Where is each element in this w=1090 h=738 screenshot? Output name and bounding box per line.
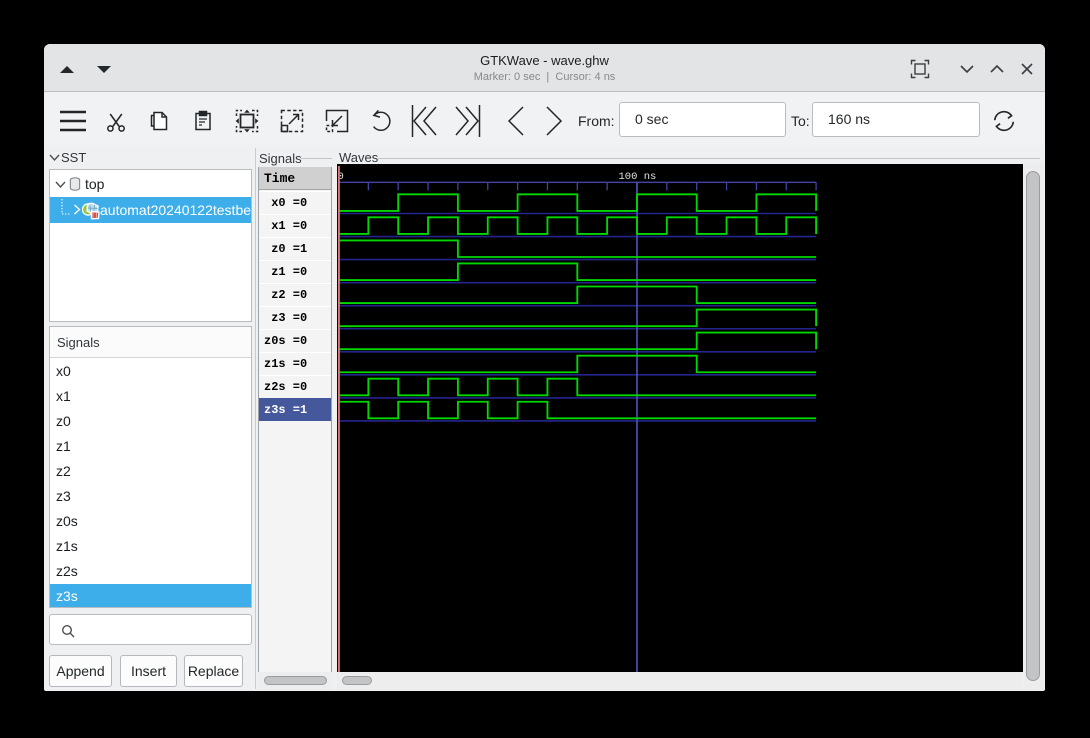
svg-text:100 ns: 100 ns [619,171,657,183]
